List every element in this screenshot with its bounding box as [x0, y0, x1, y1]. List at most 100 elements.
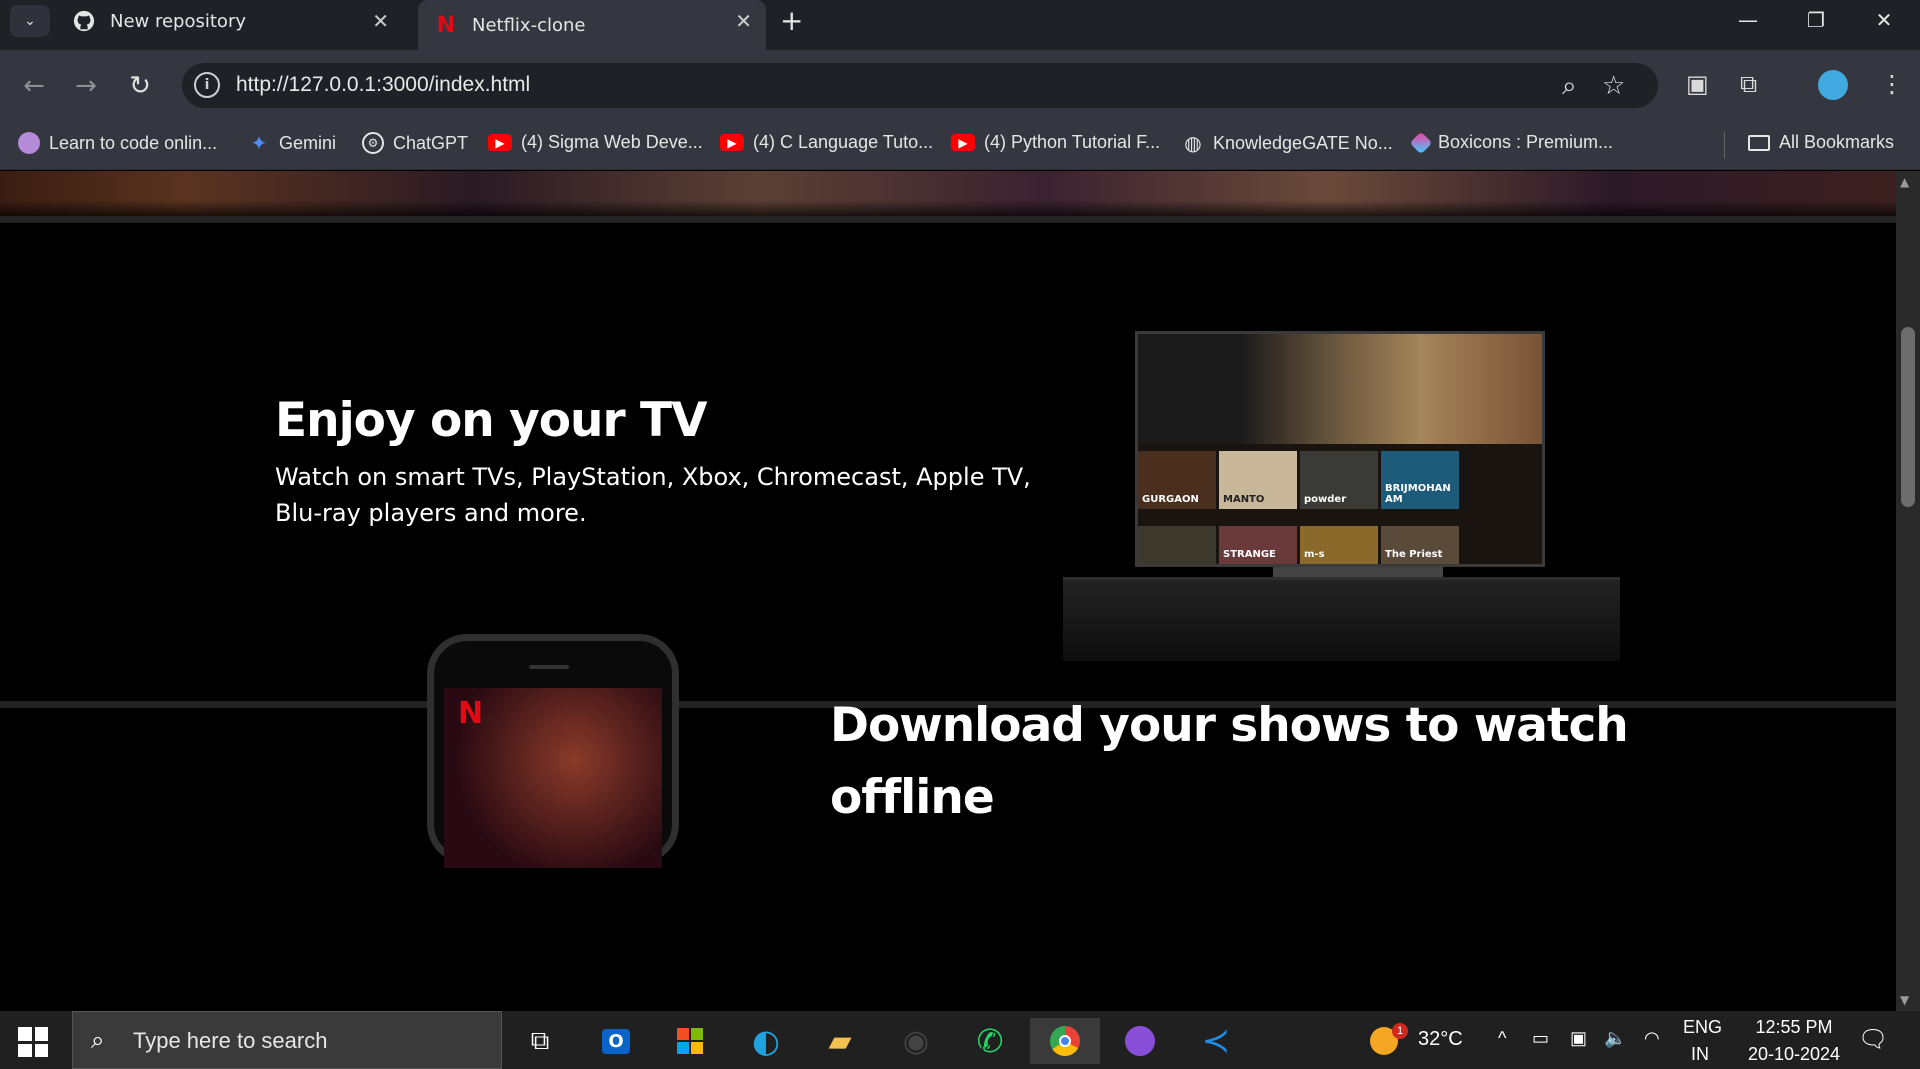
- tv-section-text: Watch on smart TVs, PlayStation, Xbox, C…: [275, 463, 1031, 527]
- taskbar-search[interactable]: ⌕ Type here to search: [72, 1011, 502, 1069]
- arrow-right-icon: →: [75, 71, 97, 101]
- edge-icon[interactable]: ◐: [738, 1018, 794, 1064]
- battery-icon[interactable]: ▭: [1532, 1028, 1549, 1049]
- task-view-icon[interactable]: ⧉: [512, 1018, 568, 1064]
- scroll-up-icon[interactable]: ▲: [1900, 175, 1909, 189]
- new-tab-button[interactable]: +: [780, 4, 803, 37]
- section-divider: [0, 216, 1896, 223]
- browser-toolbar: ← → ↻ i http://127.0.0.1:3000/index.html…: [0, 50, 1920, 120]
- menu-icon[interactable]: ⋮: [1880, 70, 1904, 98]
- tab-strip: ⌄ New repository ✕ N Netflix-clone ✕ + —…: [0, 0, 1920, 50]
- scroll-down-icon[interactable]: ▼: [1900, 993, 1909, 1007]
- clock[interactable]: 12:55 PM 20-10-2024: [1744, 1017, 1844, 1065]
- address-bar[interactable]: i http://127.0.0.1:3000/index.html ⌕ ☆: [182, 63, 1658, 108]
- bookmark-label: (4) C Language Tuto...: [753, 132, 934, 152]
- youtube-icon: ▶: [720, 134, 744, 151]
- bookmark-item[interactable]: Learn to code onlin...: [18, 132, 217, 154]
- hero-background-image: [0, 171, 1896, 216]
- back-button[interactable]: ←: [16, 68, 52, 104]
- app-icon[interactable]: ◉: [888, 1018, 944, 1064]
- github-desktop-icon[interactable]: [1112, 1018, 1168, 1064]
- tab-new-repository[interactable]: New repository ✕: [58, 0, 403, 42]
- file-explorer-icon[interactable]: ▰: [812, 1018, 868, 1064]
- arrow-left-icon: ←: [23, 71, 45, 101]
- windows-taskbar: ⌕ Type here to search ⧉ O ◐ ▰ ◉ ✆ ≺ 1 32…: [0, 1011, 1920, 1069]
- bookmark-divider: [1724, 132, 1725, 158]
- download-section-title: Download your shows to watch offline: [830, 698, 1629, 825]
- tv-tile: [1138, 526, 1216, 564]
- bookmark-star-icon[interactable]: ☆: [1602, 71, 1625, 101]
- microsoft-store-icon[interactable]: [662, 1018, 718, 1064]
- folder-icon: [1748, 134, 1770, 151]
- zoom-icon[interactable]: ⌕: [1562, 71, 1577, 102]
- bookmark-label: (4) Python Tutorial F...: [984, 132, 1161, 152]
- scrollbar-thumb[interactable]: [1901, 327, 1915, 507]
- gemini-icon: ✦: [250, 132, 268, 155]
- phone-screen: N: [444, 688, 662, 868]
- minimize-button[interactable]: —: [1714, 0, 1782, 40]
- bookmark-label: Learn to code onlin...: [49, 132, 218, 153]
- vscode-icon[interactable]: ≺: [1188, 1018, 1244, 1064]
- chrome-icon[interactable]: [1030, 1018, 1100, 1064]
- close-window-button[interactable]: ✕: [1850, 0, 1918, 40]
- tv-cabinet: [1063, 577, 1620, 661]
- extensions-icon[interactable]: ⧉: [1740, 70, 1757, 98]
- netflix-icon: N: [436, 12, 456, 38]
- tv-tile: BRIJMOHAN AM: [1381, 451, 1459, 509]
- bookmark-item[interactable]: Boxicons : Premium...: [1409, 131, 1614, 154]
- phone-image: N: [427, 634, 679, 868]
- tab-netflix-clone[interactable]: N Netflix-clone ✕: [418, 0, 766, 50]
- bookmark-label: Gemini: [279, 132, 337, 153]
- outlook-icon[interactable]: O: [588, 1018, 644, 1064]
- tab-title: Netflix-clone: [472, 14, 586, 36]
- phone-speaker: [529, 665, 569, 669]
- tv-row: STRANGE m-s The Priest: [1138, 526, 1459, 564]
- tab-title: New repository: [110, 10, 247, 32]
- search-placeholder: Type here to search: [133, 1028, 328, 1053]
- bookmarks-bar: Learn to code onlin... ✦ Gemini ⚙ ChatGP…: [0, 120, 1920, 170]
- profile-avatar[interactable]: [1818, 70, 1848, 100]
- bookmark-item[interactable]: ▶ (4) Python Tutorial F...: [951, 132, 1160, 153]
- volume-icon[interactable]: 🔈: [1604, 1028, 1626, 1049]
- all-bookmarks-button[interactable]: All Bookmarks: [1748, 132, 1894, 153]
- forward-button[interactable]: →: [68, 68, 104, 104]
- bookmark-item[interactable]: ⚙ ChatGPT: [362, 132, 468, 154]
- minimize-icon: —: [1738, 8, 1758, 32]
- wifi-icon[interactable]: ◠: [1644, 1028, 1660, 1049]
- bookmark-item[interactable]: ▶ (4) Sigma Web Deve...: [488, 132, 703, 153]
- plus-icon: +: [780, 4, 804, 37]
- whatsapp-icon[interactable]: ✆: [962, 1018, 1018, 1064]
- notification-icon[interactable]: 🗨: [1858, 1025, 1888, 1054]
- bookmark-label: All Bookmarks: [1779, 132, 1895, 152]
- youtube-icon: ▶: [488, 134, 512, 151]
- close-icon[interactable]: ✕: [735, 9, 752, 33]
- weather-icon[interactable]: 1: [1370, 1021, 1408, 1057]
- page-viewport: Enjoy on your TV Watch on smart TVs, Pla…: [0, 171, 1896, 1011]
- close-icon[interactable]: ✕: [372, 9, 389, 33]
- bookmark-label: ChatGPT: [393, 132, 469, 153]
- bookmark-item[interactable]: ▶ (4) C Language Tuto...: [720, 132, 933, 153]
- url-text[interactable]: http://127.0.0.1:3000/index.html: [236, 73, 530, 97]
- bookmark-label: Boxicons : Premium...: [1438, 132, 1614, 152]
- reload-button[interactable]: ↻: [122, 68, 158, 104]
- tv-row: GURGAON MANTO powder BRIJMOHAN AM: [1138, 451, 1459, 509]
- bookmark-item[interactable]: ◍ KnowledgeGATE No...: [1182, 132, 1393, 155]
- site-info-icon[interactable]: i: [194, 72, 220, 98]
- bookmark-item[interactable]: ✦ Gemini: [248, 132, 337, 155]
- tray-chevron-icon[interactable]: ^: [1498, 1028, 1506, 1049]
- clock-date: 20-10-2024: [1747, 1044, 1841, 1064]
- cast-icon[interactable]: ▣: [1686, 70, 1709, 98]
- tv-tile: The Priest: [1381, 526, 1459, 564]
- tab-search-button[interactable]: ⌄: [10, 5, 50, 37]
- windows-start-icon[interactable]: [18, 1027, 48, 1057]
- avatar-icon: [18, 132, 40, 154]
- tv-screen: GURGAON MANTO powder BRIJMOHAN AM STRANG…: [1135, 331, 1545, 567]
- meet-icon[interactable]: ▣: [1570, 1028, 1587, 1049]
- bookmark-label: (4) Sigma Web Deve...: [521, 132, 703, 152]
- restore-button[interactable]: ❐: [1782, 0, 1850, 40]
- page-scrollbar[interactable]: ▲ ▼: [1896, 171, 1920, 1011]
- language-indicator[interactable]: ENG IN: [1683, 1017, 1722, 1065]
- search-icon: ⌕: [91, 1026, 105, 1054]
- tv-tile: MANTO: [1219, 451, 1297, 509]
- weather-temp[interactable]: 32°C: [1418, 1028, 1463, 1051]
